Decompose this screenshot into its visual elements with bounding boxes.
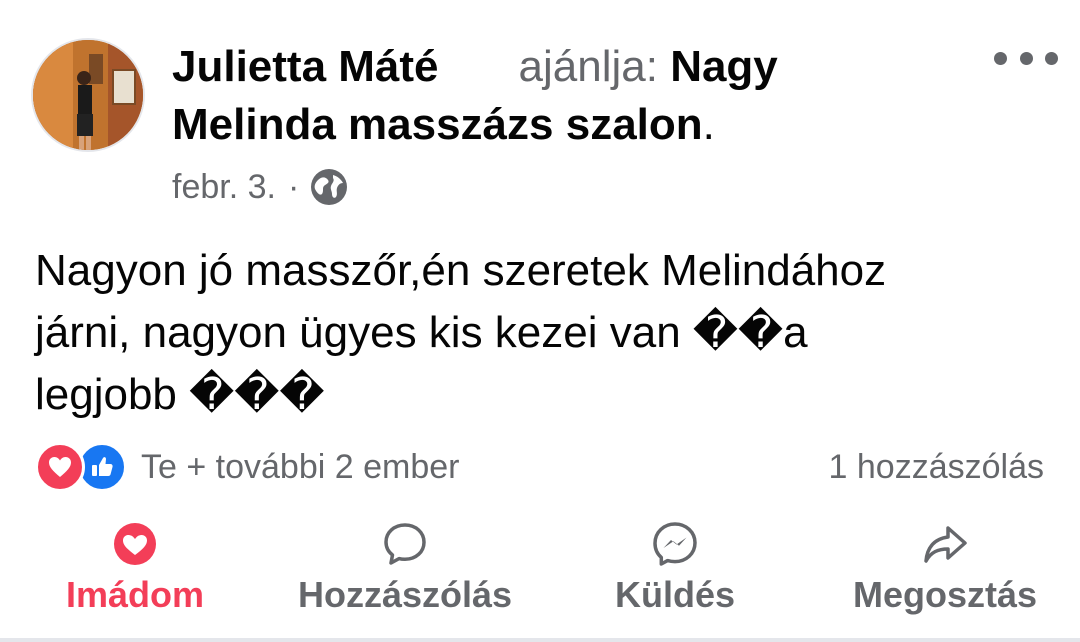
post-meta: febr. 3. · [172, 162, 349, 212]
post-date[interactable]: febr. 3. [172, 168, 276, 207]
page-name-part-1[interactable]: Nagy [670, 42, 778, 91]
send-button-label: Küldés [614, 574, 736, 615]
share-button[interactable]: Megosztás [844, 520, 1046, 616]
more-options-icon[interactable] [994, 40, 1058, 76]
more-dot [1019, 51, 1033, 65]
messenger-icon [653, 522, 697, 566]
post-title-line-2: Melinda masszázs szalon. [172, 96, 715, 154]
share-icon [924, 526, 967, 563]
love-button[interactable]: Imádom [60, 520, 210, 616]
meta-separator: · [287, 167, 300, 206]
action-bar: Imádom Hozzászólás Küldés Megosztás [0, 520, 1080, 630]
post-text: Nagyon jó masszőr,én szeretek Melindához… [35, 240, 1045, 426]
recommends-label: ajánlja: [518, 42, 658, 91]
post-header: Julietta Máté ajánlja: Nagy Melinda massz… [0, 0, 1080, 215]
reactions-summary[interactable]: Te + további 2 ember [35, 442, 460, 492]
post-text-line: Nagyon jó masszőr,én szeretek Melindához [35, 246, 887, 295]
comment-button[interactable]: Hozzászólás [290, 520, 520, 616]
send-button[interactable]: Küldés [612, 520, 738, 616]
author-avatar[interactable] [33, 40, 143, 150]
love-button-label: Imádom [65, 574, 205, 615]
post-text-line: legjobb ��� [35, 370, 325, 419]
share-button-label: Megosztás [852, 574, 1038, 615]
more-dot [994, 51, 1007, 65]
comments-count[interactable]: 1 hozzászólás [829, 443, 1044, 491]
post-text-line: járni, nagyon ügyes kis kezei van ��a [35, 308, 808, 357]
heart-icon [114, 523, 156, 565]
post-divider [0, 638, 1080, 642]
more-dot [1045, 51, 1058, 65]
love-reaction-icon [35, 442, 85, 492]
avatar-photo [33, 40, 143, 150]
globe-icon [311, 169, 348, 205]
post-title-line-1: Julietta Máté ajánlja: Nagy [172, 38, 778, 96]
author-name[interactable]: Julietta Máté [172, 42, 439, 91]
reactions-text: Te + további 2 ember [141, 447, 460, 486]
title-period: . [702, 100, 715, 149]
comment-icon [384, 523, 426, 565]
comment-button-label: Hozzászólás [297, 574, 513, 615]
page-name-part-2[interactable]: Melinda masszázs szalon [172, 100, 703, 149]
